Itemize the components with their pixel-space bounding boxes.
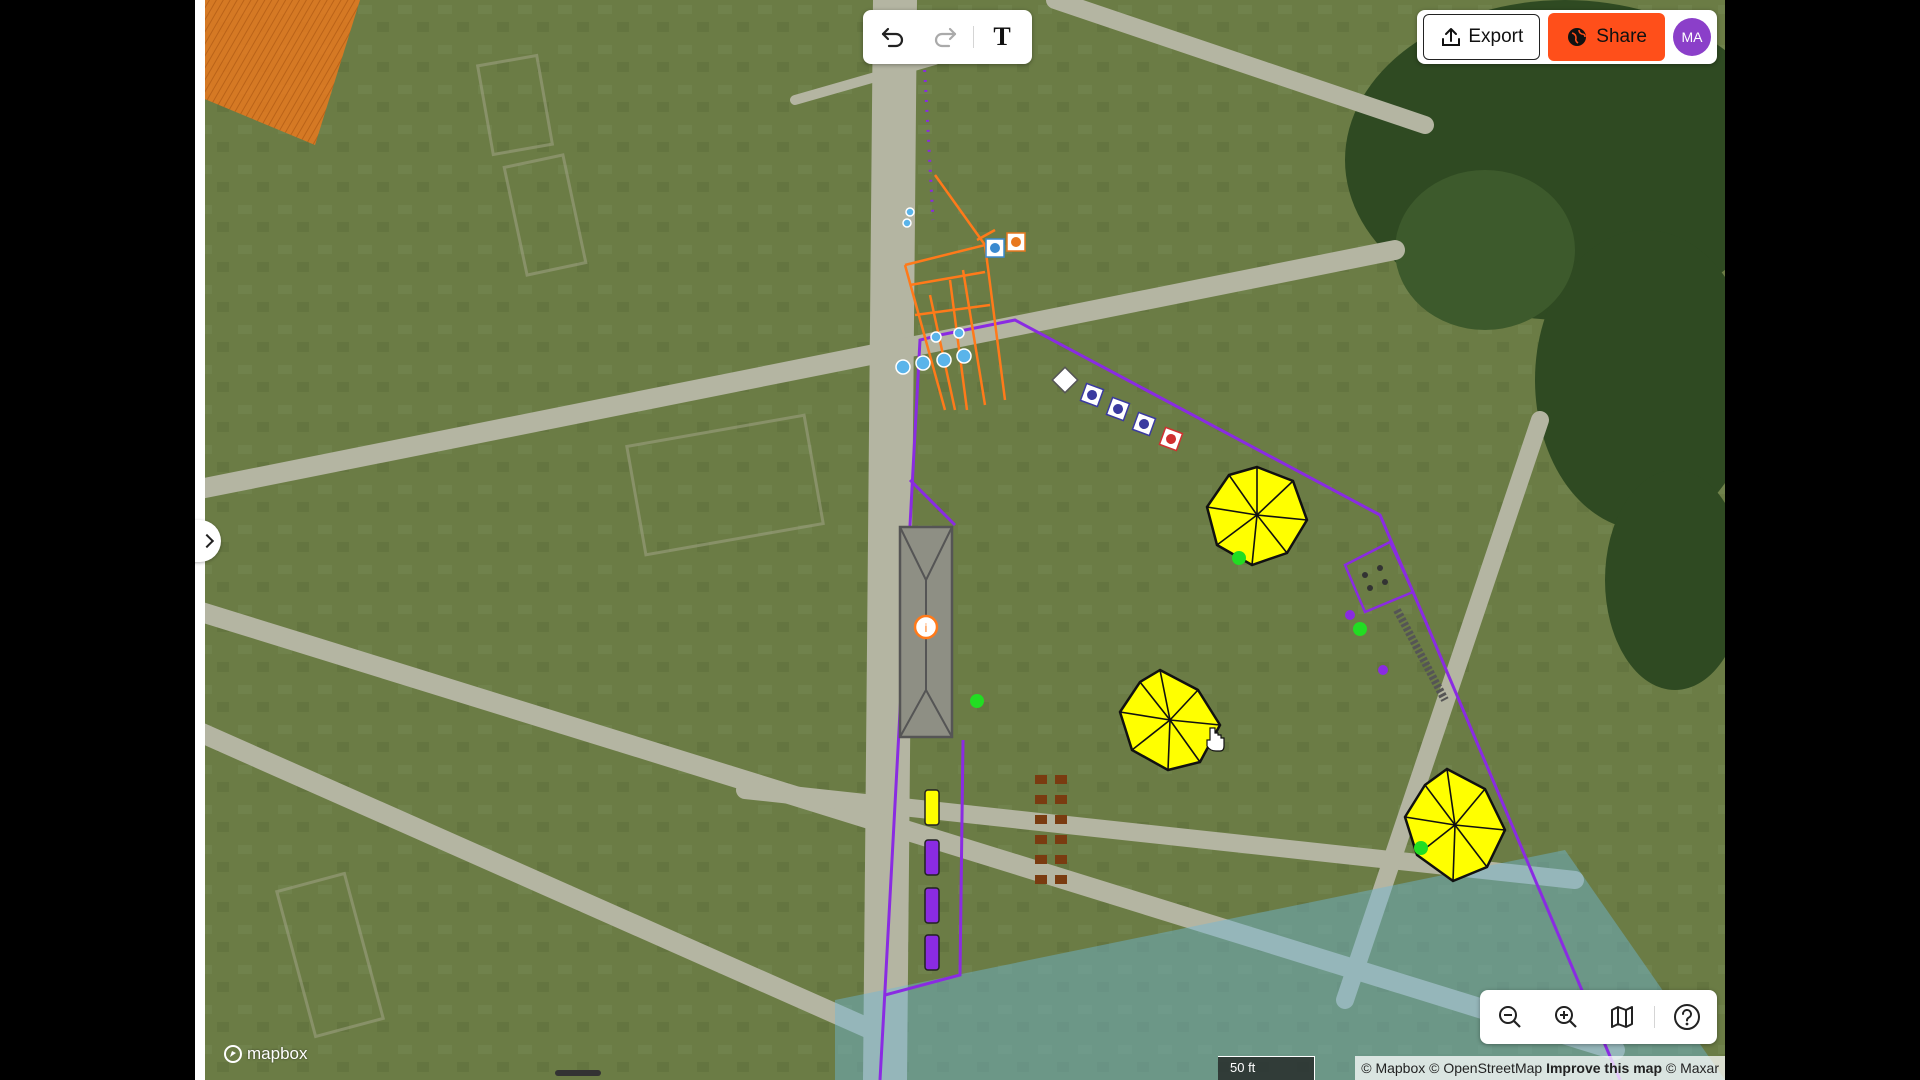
svg-text:i: i: [925, 621, 928, 635]
attribution-maxar[interactable]: © Maxar: [1666, 1060, 1719, 1076]
map-canvas[interactable]: i: [195, 0, 1725, 1080]
marquee-tent[interactable]: i: [898, 525, 954, 739]
scale-bar: 50 ft: [1218, 1056, 1315, 1080]
attribution-osm[interactable]: © OpenStreetMap: [1429, 1060, 1542, 1076]
zoom-in-button[interactable]: [1542, 993, 1590, 1041]
zoom-out-icon: [1499, 1006, 1521, 1028]
mapbox-logo-text: mapbox: [247, 1044, 308, 1063]
edit-toolbar: T: [863, 10, 1032, 64]
zoom-in-icon: [1555, 1006, 1577, 1028]
map-style-button[interactable]: [1598, 993, 1646, 1041]
map-attribution: © Mapbox © OpenStreetMap Improve this ma…: [1355, 1056, 1725, 1080]
chevron-right-icon: [199, 533, 215, 549]
undo-icon: [881, 27, 904, 48]
help-button[interactable]: [1663, 993, 1711, 1041]
upload-icon: [1442, 28, 1461, 46]
controls-separator: [1654, 1006, 1655, 1028]
share-button[interactable]: Share: [1548, 13, 1665, 61]
undo-button[interactable]: [869, 13, 917, 61]
user-avatar[interactable]: MA: [1673, 18, 1711, 56]
export-button[interactable]: Export: [1423, 14, 1541, 60]
redo-button[interactable]: [921, 13, 969, 61]
toolbar-separator: [973, 26, 974, 48]
help-icon: [1674, 1004, 1700, 1030]
zoom-out-button[interactable]: [1486, 993, 1534, 1041]
globe-icon: [1568, 28, 1587, 46]
mapbox-logo[interactable]: mapbox: [223, 1044, 307, 1064]
header-actions: Export Share MA: [1417, 10, 1717, 64]
map-controls: [1480, 990, 1717, 1044]
share-label: Share: [1596, 26, 1647, 47]
mapbox-logo-icon: [224, 1045, 242, 1063]
map-icon: [1611, 1006, 1633, 1028]
attribution-mapbox[interactable]: © Mapbox: [1361, 1060, 1425, 1076]
home-indicator: [555, 1070, 601, 1076]
text-tool-button[interactable]: T: [978, 13, 1026, 61]
improve-map-link[interactable]: Improve this map: [1546, 1060, 1662, 1076]
text-tool-icon: T: [993, 22, 1011, 51]
redo-icon: [934, 27, 957, 48]
export-label: Export: [1468, 26, 1524, 47]
app-window: i T Export Share MA mapbox 50 ft © Mapbo…: [195, 0, 1725, 1080]
